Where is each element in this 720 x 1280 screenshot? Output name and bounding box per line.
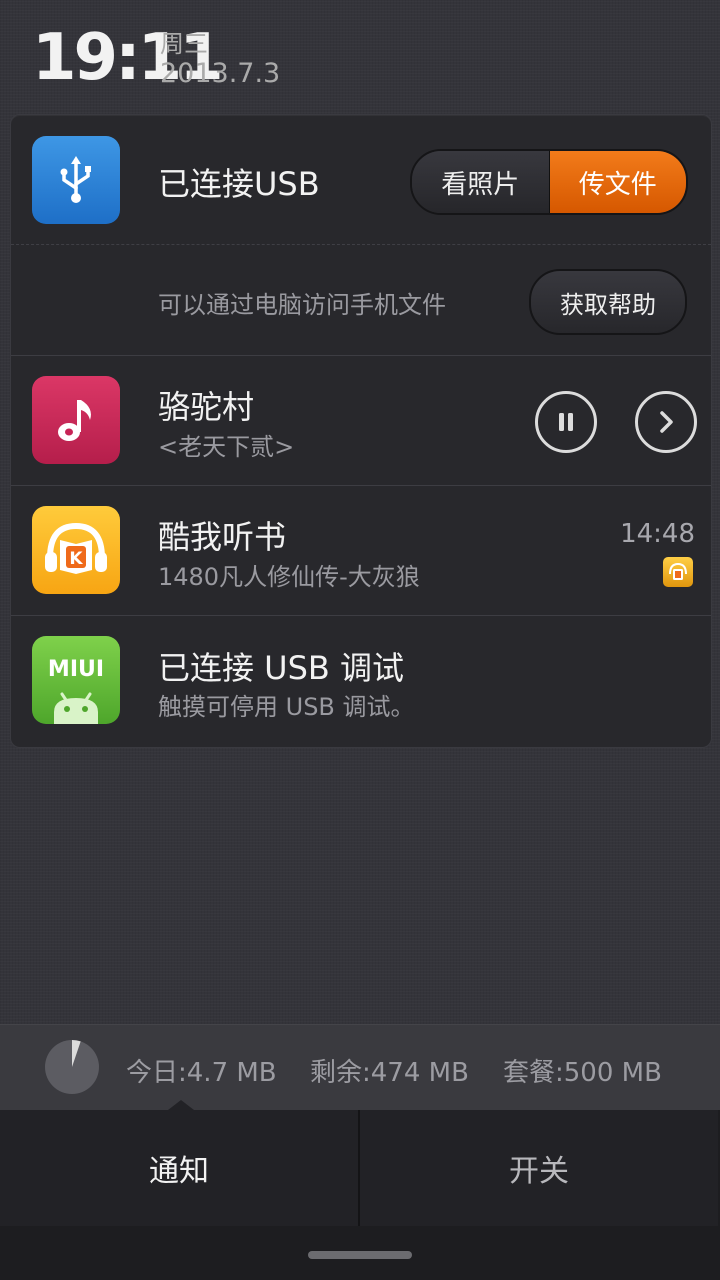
pause-button[interactable] [535,391,597,453]
usage-today: 今日:4.7 MB [126,1058,277,1088]
pause-icon [559,413,573,431]
music-note-icon [32,376,120,464]
kuwo-letter: K [69,549,83,569]
active-tab-indicator [168,1100,194,1110]
chevron-right-icon [660,411,673,433]
status-header: 19:11 周三 2013.7.3 [0,0,720,112]
data-usage-bar[interactable]: 今日:4.7 MB 剩余:474 MB 套餐:500 MB [0,1024,720,1111]
date: 2013.7.3 [160,58,281,89]
transfer-files-button[interactable]: 传文件 [548,151,686,213]
usb-description: 可以通过电脑访问手机文件 [158,291,446,319]
notification-panel: 已连接USB 看照片 传文件 可以通过电脑访问手机文件 获取帮助 骆驼村 <老天… [10,114,712,748]
miui-label: MIUI [48,657,104,682]
usage-remaining: 剩余:474 MB [310,1058,469,1088]
music-artist: <老天下贰> [158,433,295,461]
tab-toggles[interactable]: 开关 [360,1110,718,1226]
tab-notifications[interactable]: 通知 [0,1110,358,1226]
kuwo-small-icon [663,557,693,587]
divider [11,615,711,616]
drag-handle[interactable] [308,1251,412,1259]
miui-android-icon: MIUI [32,636,120,724]
usb-debug-subtitle: 触摸可停用 USB 调试。 [158,693,415,721]
usb-mode-toggle[interactable]: 看照片 传文件 [410,149,688,215]
weekday: 周三 [160,30,208,58]
divider [11,355,711,356]
usb-title: 已连接USB [158,165,320,203]
get-help-button[interactable]: 获取帮助 [529,269,687,335]
view-photos-button[interactable]: 看照片 [412,151,549,213]
divider [11,485,711,486]
kuwo-app-icon: K [32,506,120,594]
usage-pie-icon [45,1040,99,1094]
next-button[interactable] [635,391,697,453]
kuwo-title: 酷我听书 [158,518,287,556]
usb-debug-title: 已连接 USB 调试 [158,649,405,687]
divider [11,244,711,245]
bottom-tabs: 通知 开关 [0,1100,720,1280]
usage-plan: 套餐:500 MB [503,1058,662,1088]
kuwo-subtitle: 1480凡人修仙传-大灰狼 [158,563,420,591]
kuwo-time: 14:48 [620,519,695,549]
usb-icon [32,136,120,224]
music-title: 骆驼村 [158,388,255,426]
